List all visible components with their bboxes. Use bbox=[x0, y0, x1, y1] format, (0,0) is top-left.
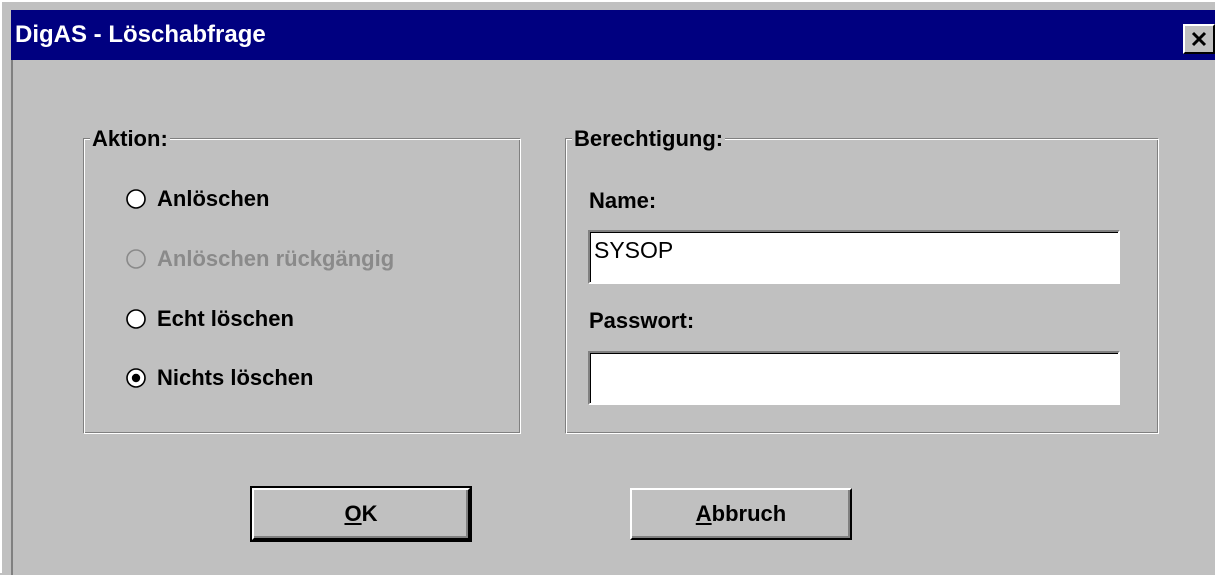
cancel-label-rest: bbruch bbox=[711, 501, 787, 526]
cancel-mnemonic: A bbox=[695, 501, 712, 526]
radio-label: Nichts löschen bbox=[157, 365, 314, 390]
ok-button[interactable]: OK bbox=[250, 486, 472, 542]
berechtigung-legend: Berechtigung: bbox=[572, 126, 726, 152]
radio-label: Echt löschen bbox=[157, 306, 294, 331]
close-icon bbox=[1191, 31, 1207, 47]
dialog-window: DigAS - Löschabfrage Aktion: Anlöschen A… bbox=[0, 0, 1215, 575]
name-field[interactable]: SYSOP bbox=[588, 230, 1120, 284]
name-label: Name: bbox=[589, 188, 657, 213]
radio-nichts-loeschen[interactable]: Nichts löschen bbox=[125, 365, 313, 391]
radio-label: Anlöschen rückgängig bbox=[157, 246, 395, 271]
password-label: Passwort: bbox=[589, 308, 695, 333]
radio-unchecked-icon bbox=[126, 189, 146, 209]
aktion-group: Aktion: Anlöschen Anlöschen rückgängig E… bbox=[83, 126, 521, 434]
aktion-legend: Aktion: bbox=[90, 126, 170, 152]
radio-anloeschen[interactable]: Anlöschen bbox=[125, 186, 269, 212]
window-title: DigAS - Löschabfrage bbox=[15, 21, 266, 48]
ok-label-rest: K bbox=[361, 501, 378, 526]
ok-mnemonic: O bbox=[344, 501, 362, 526]
window-border bbox=[11, 60, 13, 575]
radio-unchecked-icon bbox=[126, 249, 146, 269]
radio-checked-icon bbox=[126, 368, 146, 388]
radio-anloeschen-rueckgaengig: Anlöschen rückgängig bbox=[125, 246, 394, 272]
title-bar[interactable]: DigAS - Löschabfrage bbox=[11, 10, 1215, 60]
password-field[interactable] bbox=[588, 351, 1120, 405]
cancel-button[interactable]: Abbruch bbox=[630, 488, 852, 540]
radio-label: Anlöschen bbox=[157, 186, 270, 211]
close-button[interactable] bbox=[1183, 24, 1215, 54]
radio-echt-loeschen[interactable]: Echt löschen bbox=[125, 306, 294, 332]
radio-unchecked-icon bbox=[126, 309, 146, 329]
berechtigung-group: Berechtigung: Name: SYSOP Passwort: bbox=[565, 126, 1159, 434]
